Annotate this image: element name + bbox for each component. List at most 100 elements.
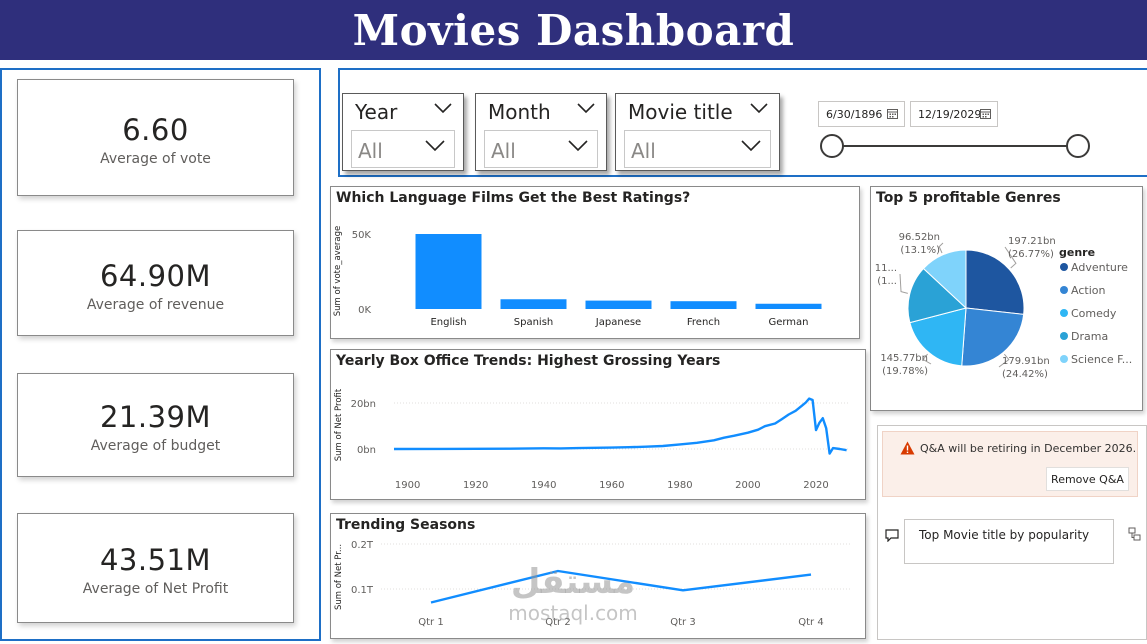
- bar: [670, 301, 737, 309]
- x-tick-label: 2000: [735, 480, 760, 491]
- bar: [585, 300, 652, 309]
- date-range-slider-track[interactable]: [830, 145, 1078, 147]
- x-tick-label: 1920: [463, 480, 488, 491]
- month-dropdown[interactable]: All: [484, 130, 598, 168]
- qa-visual: Q&A will be retiring in December 2026. R…: [877, 425, 1147, 640]
- end-date-input[interactable]: 12/19/2029: [910, 101, 998, 127]
- kpi-label: Average of vote: [100, 151, 211, 167]
- y-tick-label: 0K: [358, 305, 371, 316]
- kpi-card-revenue: 64.90M Average of revenue: [17, 230, 294, 336]
- trending-seasons-chart: Trending Seasons Sum of Net Pr... 0.2T 0.1…: [330, 513, 866, 639]
- x-tick-label: Qtr 4: [798, 617, 823, 628]
- slice-value-label: 179.91bn: [1002, 356, 1050, 367]
- kpi-card-net-profit: 43.51M Average of Net Profit: [17, 513, 294, 623]
- slice-value-label: 197.21bn: [1008, 236, 1056, 247]
- kpi-label: Average of Net Profit: [82, 581, 229, 597]
- chevron-down-icon[interactable]: [433, 102, 453, 114]
- start-date-value: 6/30/1896: [826, 108, 883, 121]
- month-slicer: Month All: [475, 93, 607, 171]
- x-tick-label: 1960: [599, 480, 624, 491]
- remove-qa-button[interactable]: Remove Q&A: [1046, 467, 1129, 491]
- start-date-input[interactable]: 6/30/1896: [818, 101, 905, 127]
- series-line: [430, 569, 812, 604]
- kpi-card-budget: 21.39M Average of budget: [17, 373, 294, 477]
- series-line: [393, 397, 847, 455]
- x-tick-label: French: [687, 317, 720, 328]
- calendar-icon[interactable]: [887, 108, 898, 119]
- legend-marker: [1060, 263, 1068, 271]
- pie-chart-svg: 197.21bn (26.77%) 179.91bn (24.42%) 145.77bn…: [875, 232, 1132, 380]
- kpi-value: 64.90M: [99, 259, 212, 293]
- y-tick-label: 0.1T: [351, 585, 374, 596]
- y-axis-label: Sum of vote_average: [333, 226, 343, 317]
- slice-percent-label: (13.1%): [900, 245, 940, 256]
- kpi-label: Average of revenue: [86, 297, 225, 313]
- legend-marker: [1060, 286, 1068, 294]
- y-tick-label: 0bn: [357, 445, 376, 456]
- slicer-title: Year: [355, 100, 398, 124]
- bar: [415, 234, 482, 309]
- date-range-end-handle[interactable]: [1066, 134, 1090, 158]
- qa-question-input[interactable]: Top Movie title by popularity: [904, 519, 1114, 564]
- chevron-down-icon[interactable]: [424, 139, 446, 152]
- kpi-label: Average of budget: [90, 438, 221, 454]
- x-tick-label: English: [430, 317, 466, 328]
- language-ratings-chart: Which Language Films Get the Best Rating…: [330, 186, 860, 339]
- dashboard-header: Movies Dashboard: [0, 0, 1147, 60]
- slice-value-label: 145.77bn: [880, 353, 928, 364]
- year-slicer: Year All: [342, 93, 464, 171]
- legend-item: Adventure: [1071, 261, 1128, 274]
- chevron-down-icon[interactable]: [576, 102, 596, 114]
- y-tick-label: 0.2T: [351, 540, 374, 551]
- qa-banner-message: Q&A will be retiring in December 2026.: [920, 442, 1137, 455]
- line-chart-svg: Sum of Net Profit 20bn 0bn 1900 1920 1940 1960…: [334, 388, 850, 491]
- year-dropdown[interactable]: All: [351, 130, 455, 168]
- y-tick-label: 20bn: [351, 399, 376, 410]
- date-range-start-handle[interactable]: [820, 134, 844, 158]
- slice-value-label: 96.52bn: [899, 232, 940, 243]
- chevron-down-icon[interactable]: [740, 139, 762, 152]
- slice-percent-label: (1...: [877, 276, 897, 287]
- end-date-value: 12/19/2029: [918, 108, 982, 121]
- calendar-icon[interactable]: [980, 108, 991, 119]
- slice-percent-label: (19.78%): [882, 366, 928, 377]
- legend-marker: [1060, 332, 1068, 340]
- slice-percent-label: (24.42%): [1002, 369, 1048, 380]
- chevron-down-icon[interactable]: [749, 102, 769, 114]
- bar-chart-svg: Sum of vote_average 50K 0K English Spanish Ja…: [333, 226, 822, 328]
- legend-item: Drama: [1071, 330, 1108, 343]
- legend-marker: [1060, 355, 1068, 363]
- kpi-value: 43.51M: [99, 543, 212, 577]
- dropdown-value: All: [358, 139, 383, 163]
- dropdown-value: All: [491, 139, 516, 163]
- related-pages-icon[interactable]: [1128, 527, 1141, 541]
- bar: [755, 303, 822, 309]
- movie-title-slicer: Movie title All: [615, 93, 780, 171]
- movie-title-dropdown[interactable]: All: [624, 130, 771, 168]
- x-tick-label: Qtr 3: [670, 617, 695, 628]
- season-chart-svg: Sum of Net Pr... 0.2T 0.1T Qtr 1 Qtr 2 Qtr 3 Q…: [334, 540, 851, 628]
- leader-line: [899, 273, 908, 294]
- legend-item: Action: [1071, 284, 1105, 297]
- x-tick-label: Qtr 1: [418, 617, 443, 628]
- y-axis-label: Sum of Net Pr...: [334, 544, 344, 610]
- x-tick-label: Qtr 2: [545, 617, 570, 628]
- bar: [500, 299, 567, 309]
- legend-item: Science F...: [1071, 353, 1132, 366]
- x-tick-label: German: [768, 317, 808, 328]
- slice-percent-label: (26.77%): [1008, 249, 1054, 260]
- slicer-title: Month: [488, 100, 551, 124]
- warning-icon: [900, 441, 915, 455]
- slice-value-label: 11...: [875, 263, 897, 274]
- profitable-genres-chart: Top 5 profitable Genres 197.21bn (26.77%)…: [870, 186, 1143, 411]
- legend-item: Comedy: [1071, 307, 1117, 320]
- dropdown-value: All: [631, 139, 656, 163]
- y-tick-label: 50K: [352, 230, 372, 241]
- chat-icon: [885, 529, 899, 542]
- kpi-card-vote: 6.60 Average of vote: [17, 79, 294, 196]
- legend-marker: [1060, 309, 1068, 317]
- y-axis-label: Sum of Net Profit: [334, 388, 344, 461]
- chevron-down-icon[interactable]: [567, 139, 589, 152]
- kpi-value: 6.60: [122, 113, 189, 147]
- box-office-trend-chart: Yearly Box Office Trends: Highest Grossi…: [330, 349, 866, 500]
